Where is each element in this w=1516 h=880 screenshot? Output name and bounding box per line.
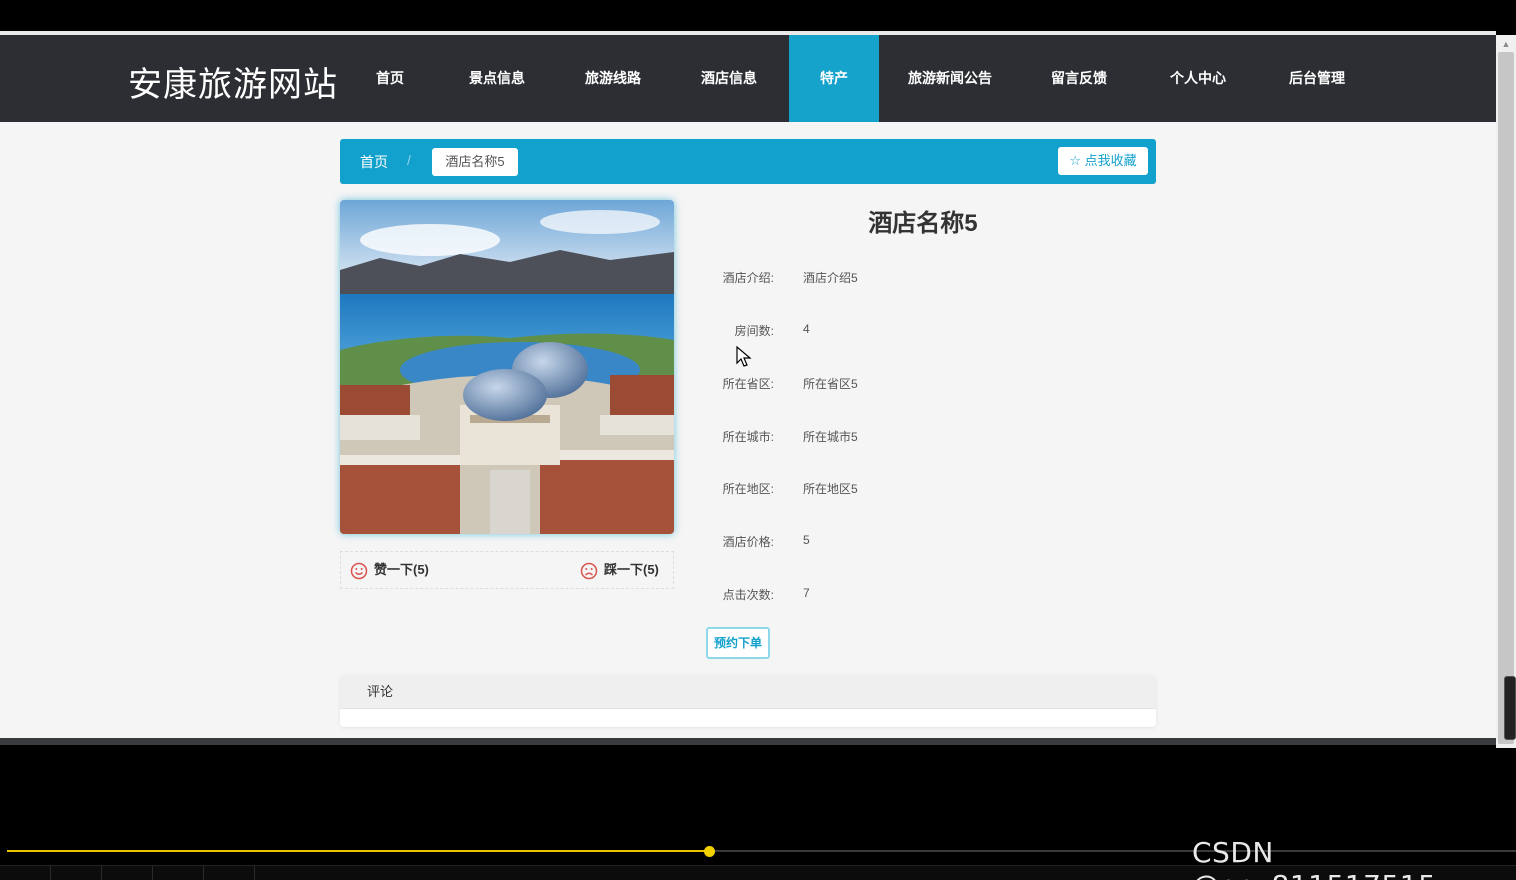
site-header: 安康旅游网站 首页 景点信息 旅游线路 酒店信息 特产 旅游新闻公告 留言反馈 …: [0, 35, 1496, 122]
field-value-intro: 酒店介绍5: [803, 271, 858, 285]
breadcrumb: 首页 / 酒店名称5 ☆ 点我收藏: [340, 139, 1156, 184]
field-label-province: 所在省区:: [722, 377, 774, 391]
watermark-text: CSDN @qq_811517515: [1192, 836, 1436, 880]
field-label-city: 所在城市:: [722, 430, 774, 444]
field-value-city: 所在城市5: [803, 430, 858, 444]
page-footer-strip: [0, 738, 1496, 745]
book-order-button[interactable]: 预约下单: [706, 627, 770, 659]
control-divider: [101, 866, 102, 880]
comment-title: 评论: [340, 675, 1156, 709]
browser-viewport: 安康旅游网站 首页 景点信息 旅游线路 酒店信息 特产 旅游新闻公告 留言反馈 …: [0, 35, 1496, 745]
control-divider: [50, 866, 51, 880]
progress-knob[interactable]: [704, 846, 715, 857]
nav-item-attractions[interactable]: 景点信息: [462, 35, 532, 122]
field-label-rooms: 房间数:: [734, 324, 774, 338]
field-label-clicks: 点击次数:: [722, 588, 774, 602]
control-divider: [152, 866, 153, 880]
field-label-intro: 酒店介绍:: [722, 271, 774, 285]
site-logo[interactable]: 安康旅游网站: [128, 57, 338, 106]
field-value-price: 5: [803, 533, 810, 547]
nav-item-feedback[interactable]: 留言反馈: [1044, 35, 1114, 122]
nav-item-profile[interactable]: 个人中心: [1163, 35, 1233, 122]
hotel-photo: [340, 200, 674, 534]
field-value-clicks: 7: [803, 586, 810, 600]
cursor-icon: [736, 345, 752, 368]
field-label-district: 所在地区:: [722, 482, 774, 496]
breadcrumb-separator: /: [407, 152, 411, 168]
frown-icon: [580, 562, 598, 580]
field-value-province: 所在省区5: [803, 377, 858, 391]
nav-item-home[interactable]: 首页: [360, 35, 420, 122]
field-value-rooms: 4: [803, 322, 810, 336]
vote-panel: 赞一下(5) 踩一下(5): [340, 551, 674, 589]
nav-item-news[interactable]: 旅游新闻公告: [905, 35, 995, 122]
scroll-up-icon[interactable]: ▲: [1500, 38, 1512, 50]
like-button[interactable]: 赞一下(5): [350, 559, 429, 581]
nav-item-specialties[interactable]: 特产: [789, 35, 879, 122]
nav-item-admin[interactable]: 后台管理: [1282, 35, 1352, 122]
nav-item-hotels[interactable]: 酒店信息: [694, 35, 764, 122]
dislike-label: 踩一下(5): [604, 562, 659, 577]
breadcrumb-home-link[interactable]: 首页: [360, 152, 388, 172]
breadcrumb-current: 酒店名称5: [432, 148, 518, 176]
progress-fill: [7, 850, 709, 852]
top-black-bar: [0, 0, 1516, 31]
scrollbar-thumb[interactable]: [1498, 52, 1514, 744]
audio-level-meter: [1504, 676, 1516, 740]
control-divider: [254, 866, 255, 880]
field-label-price: 酒店价格:: [722, 535, 774, 549]
dislike-button[interactable]: 踩一下(5): [580, 559, 659, 581]
field-value-district: 所在地区5: [803, 482, 858, 496]
nav-item-routes[interactable]: 旅游线路: [578, 35, 648, 122]
comment-panel: 评论: [340, 675, 1156, 727]
favorite-button[interactable]: ☆ 点我收藏: [1058, 147, 1148, 175]
hotel-name-heading: 酒店名称5: [868, 210, 978, 237]
like-label: 赞一下(5): [374, 562, 429, 577]
smile-icon: [350, 562, 368, 580]
control-divider: [203, 866, 204, 880]
